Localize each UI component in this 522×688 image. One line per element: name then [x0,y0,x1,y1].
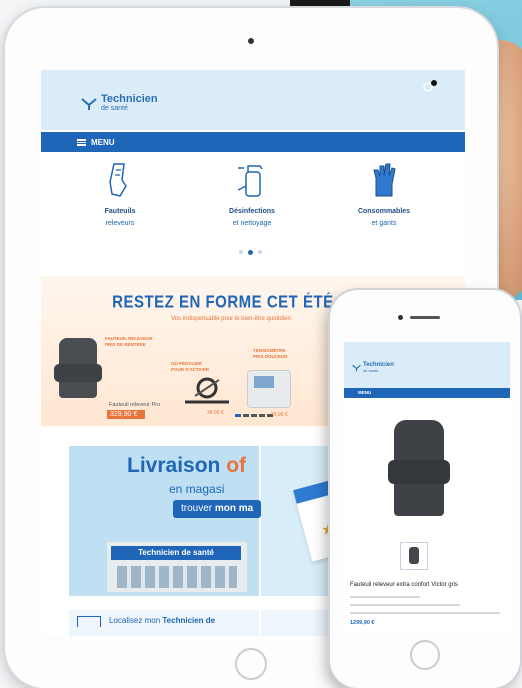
product-price: 329,90 € [107,410,146,419]
delivery-title: Livraison of [127,454,247,477]
category-title: Consommables [357,208,411,215]
pager-dot[interactable] [235,414,241,417]
product-image [388,420,450,516]
category-subtitle: releveurs [105,220,135,227]
pedal-price: 34,90 € [207,410,224,416]
phone-camera [398,315,403,320]
carousel-dot[interactable] [258,250,262,254]
pager-dot[interactable] [243,414,249,417]
pedal-exerciser-image [185,377,229,404]
menu-bar: MENU [41,132,465,152]
product-title: Fauteuil releveur extra confort Victor g… [350,582,458,588]
product-detail-line [350,604,460,606]
site-header: Technicien de santé [41,70,465,130]
category-carousel: Fauteuils releveurs Désinfections et net… [41,160,465,240]
logo-icon [81,98,97,110]
promo-pager [235,414,273,417]
product-price: 1299,90 € [350,620,375,626]
phone-status-bar [344,342,510,352]
pager-dot[interactable] [251,414,257,417]
product-detail-line [350,612,500,614]
phone-screen: Technicien de santé MENU Fauteuil releveu… [344,342,510,634]
phone-header: Technicien de santé [344,352,510,388]
product-name: Fauteuil releveur Pro [109,402,161,408]
category-title: Fauteuils [104,208,136,215]
store-sign: Technicien de santé [111,546,241,560]
pager-dot[interactable] [267,414,273,417]
phone-logo[interactable]: Technicien de santé [352,362,394,374]
delivery-subtitle: en magasi [169,482,225,496]
delivery-banner[interactable]: Livraison of en magasi trouver mon ma Te… [69,446,262,596]
promo-subtitle: Vos indispensable pour le bien-être quot… [171,316,291,322]
tablet-camera [248,38,254,44]
logo-text: Technicien de santé [101,93,158,113]
logo-icon [352,364,361,372]
store-image: Technicien de santé [107,542,247,592]
find-store-button[interactable]: trouver mon ma [173,500,262,518]
category-desinfections[interactable]: Désinfections et nettoyage [197,160,307,227]
store-locator-text: Localisez mon Technicien de [109,616,216,625]
store-front [117,566,237,588]
phone-menu-bar[interactable]: MENU [344,388,510,398]
category-title: Désinfections [229,208,275,215]
category-subtitle: et nettoyage [232,220,272,227]
spray-bottle-icon [237,165,263,197]
carousel-dot-active[interactable] [248,249,253,255]
promo-title: RESTEZ EN FORME CET ÉTÉ ! [112,292,344,313]
tablet-home-button[interactable] [235,648,267,680]
product-thumbnail[interactable] [400,542,428,570]
armchair-image [54,338,102,398]
category-subtitle: et gants [371,220,397,227]
carousel-dot[interactable] [239,250,243,254]
hamburger-icon [77,138,86,146]
blood-pressure-monitor-image [247,370,291,408]
phone-home-button[interactable] [410,640,440,670]
menu-button[interactable]: MENU [77,132,115,152]
category-fauteuils[interactable]: Fauteuils releveurs [65,160,175,227]
pedal-tag: OÙ PÉDALIER POUR S'ACTIVER [171,361,210,372]
cart-icon[interactable] [423,80,437,92]
bp-price: 29,90 € [271,412,288,418]
category-consommables[interactable]: Consommables et gants [329,160,439,227]
chair-tag: FAUTEUIL RELEVEUR PRIX DE RENTRÉE [105,336,153,347]
hand-wash-icon [109,163,127,197]
phone-device: Technicien de santé MENU Fauteuil releveu… [330,290,520,688]
pager-dot[interactable] [259,414,265,417]
store-locator[interactable]: Localisez mon Technicien de [69,610,259,636]
site-logo[interactable]: Technicien de santé [81,94,158,114]
store-icon [77,616,101,627]
product-detail-line [350,596,420,598]
logo-text: Technicien de santé [363,362,394,373]
menu-label: MENU [91,137,115,147]
glove-icon [373,163,396,197]
phone-speaker [410,316,440,319]
carousel-dots [239,249,262,255]
bp-tag: TENSIOMÈTRE PRIX DOUCEUR [253,348,288,359]
